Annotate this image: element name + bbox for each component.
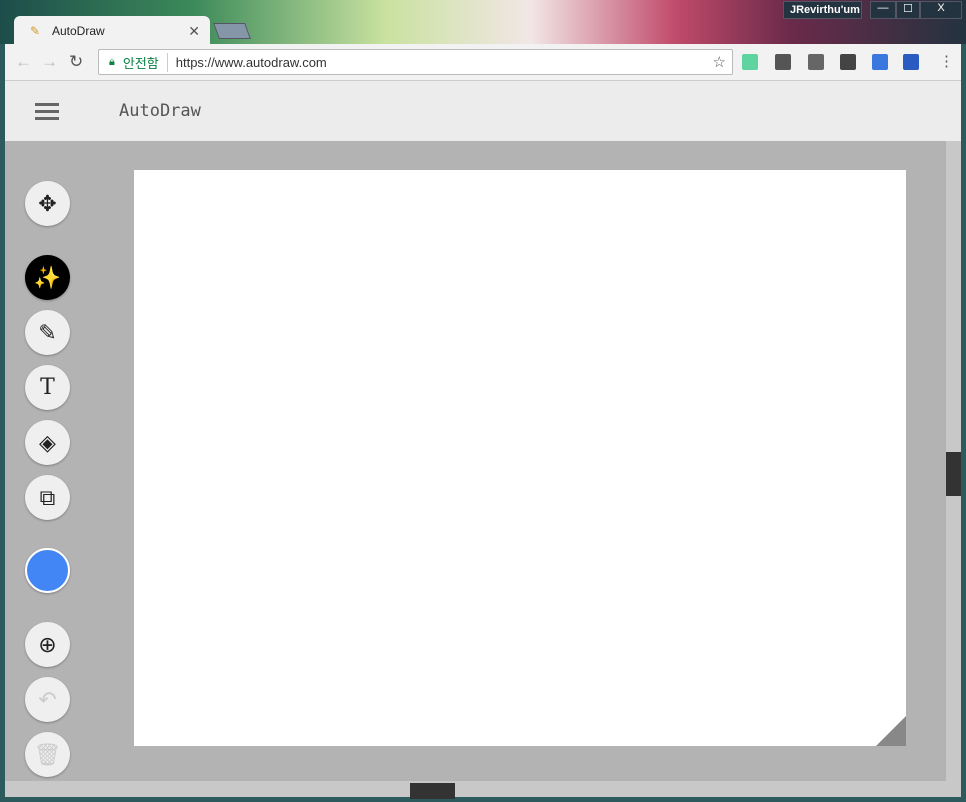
extension-keep-icon[interactable] [775,54,791,70]
undo-button[interactable]: ↶ [25,677,70,722]
minimize-button[interactable]: — [870,1,896,19]
extension-evernote-icon[interactable] [840,54,856,70]
shapes-icon: ⧉ [39,484,56,510]
profile-button[interactable]: JRevirthu'um [783,1,862,19]
autodraw-sparkle-pencil-icon: ✨ [33,264,62,290]
address-bar[interactable]: 🔒︎ 안전함 https://www.autodraw.com ☆ [98,49,733,75]
extension-bookmark-icon[interactable] [903,54,919,70]
move-tool-button[interactable]: ✥ [25,181,70,226]
lock-icon: 🔒︎ [109,55,115,68]
trash-icon: 🗑︎ [33,741,62,767]
delete-button[interactable]: 🗑︎ [25,732,70,777]
zoom-tool-button[interactable]: ⊕ [25,622,70,667]
zoom-in-icon: ⊕ [38,631,57,657]
draw-tool-button[interactable]: ✎ [25,310,70,355]
color-picker-button[interactable] [25,548,70,593]
extension-blue-icon[interactable] [872,54,888,70]
undo-icon: ↶ [38,686,57,712]
autodraw-tool-button[interactable]: ✨ [25,255,70,300]
autodraw-app: AutoDraw ✥ ✨ ✎ T ◈ ⧉ ⊕ ↶ 🗑︎ [5,81,961,799]
close-window-button[interactable]: X [920,1,962,19]
forward-icon[interactable]: → [41,52,58,72]
fill-tool-button[interactable]: ◈ [25,420,70,465]
horizontal-scrollbar[interactable] [5,781,961,797]
reload-icon[interactable]: ↻ [69,52,83,72]
extension-mail-icon[interactable] [808,54,824,70]
autodraw-favicon-icon: ✎ [30,24,41,38]
bookmark-star-icon[interactable]: ☆ [713,53,726,71]
drawing-canvas[interactable] [134,170,906,746]
vertical-scroll-thumb[interactable] [946,452,961,496]
url-text[interactable]: https://www.autodraw.com [176,55,327,70]
text-icon: T [40,375,55,400]
paint-bucket-icon: ◈ [39,429,56,455]
move-icon: ✥ [38,190,57,216]
canvas-resize-corner[interactable] [876,716,906,746]
hamburger-menu-icon[interactable] [35,99,59,124]
maximize-button[interactable]: ☐ [896,1,920,19]
back-icon[interactable]: ← [15,52,32,72]
secure-label: 안전함 [123,52,168,72]
pencil-icon: ✎ [38,319,57,345]
app-header: AutoDraw [5,81,961,141]
shape-tool-button[interactable]: ⧉ [25,475,70,520]
menu-kebab-icon[interactable]: ⋮ [939,52,954,70]
horizontal-scroll-thumb[interactable] [410,783,455,799]
tab-close-icon[interactable]: ✕ [188,23,200,40]
app-title: AutoDraw [119,101,201,121]
type-tool-button[interactable]: T [25,365,70,410]
tab-title: AutoDraw [52,24,105,38]
extension-audio-icon[interactable] [742,54,758,70]
browser-tab[interactable]: ✎ AutoDraw ✕ [14,16,210,46]
browser-toolbar: ← → ↻ 🔒︎ 안전함 https://www.autodraw.com ☆ … [5,44,961,81]
new-tab-button[interactable] [213,23,251,39]
